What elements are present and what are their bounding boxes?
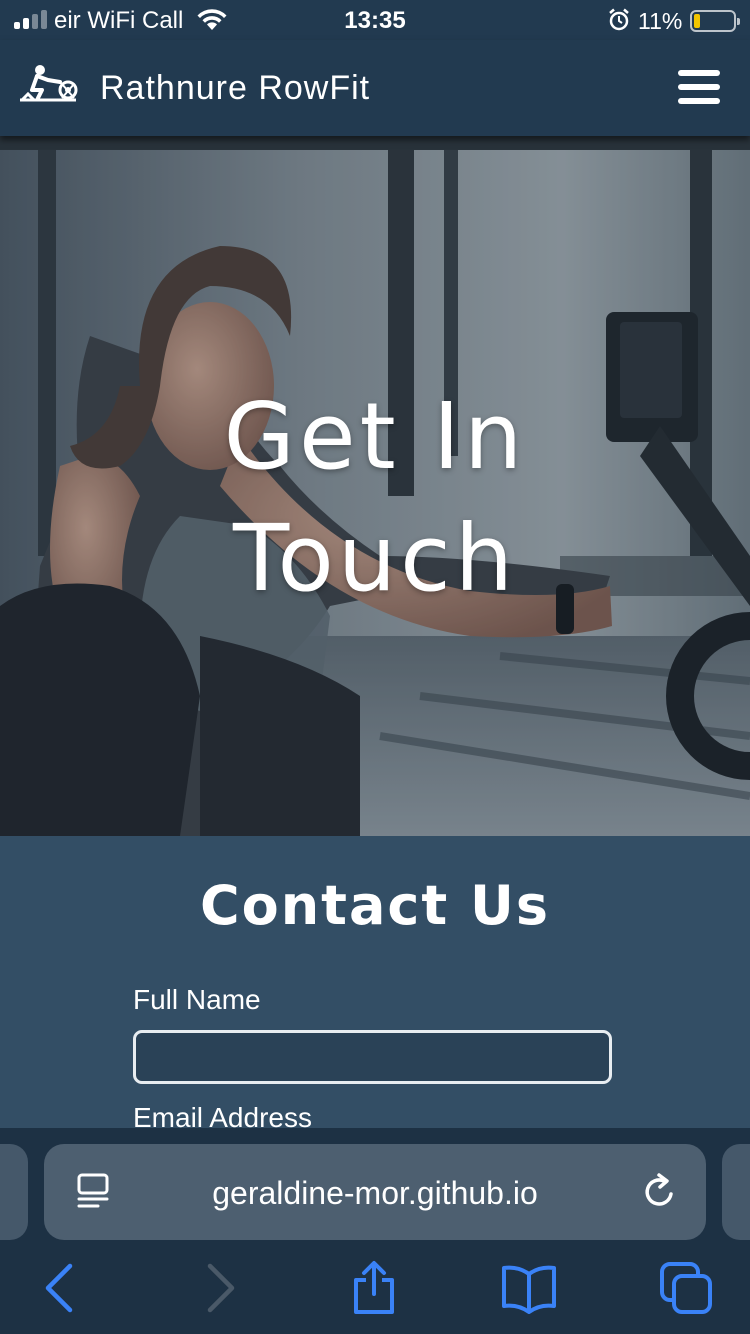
- rowing-machine-icon[interactable]: [18, 64, 80, 106]
- share-icon[interactable]: [350, 1260, 398, 1316]
- contact-heading: Contact Us: [199, 874, 551, 937]
- full-name-label: Full Name: [133, 984, 261, 1015]
- brand-name[interactable]: Rathnure RowFit: [100, 68, 370, 108]
- url-text[interactable]: geraldine-mor.github.io: [44, 1174, 706, 1212]
- next-tab-preview[interactable]: [722, 1144, 750, 1240]
- status-bar: eir WiFi Call 13:35 11%: [0, 0, 750, 40]
- previous-tab-preview[interactable]: [0, 1144, 28, 1240]
- hero-title-line-2: Touch: [232, 505, 518, 612]
- address-bar[interactable]: geraldine-mor.github.io: [44, 1144, 706, 1240]
- reload-icon[interactable]: [640, 1172, 680, 1212]
- hamburger-icon[interactable]: [678, 68, 722, 106]
- site-navbar: Rathnure RowFit: [0, 40, 750, 136]
- battery-percent: 11%: [638, 8, 683, 34]
- forward-icon[interactable]: [200, 1260, 240, 1316]
- hero-title-line-1: Get In: [223, 383, 527, 490]
- tabs-icon[interactable]: [658, 1260, 714, 1316]
- hero-title: Get In Touch: [0, 376, 750, 620]
- browser-toolbar: geraldine-mor.github.io: [0, 1128, 750, 1334]
- back-icon[interactable]: [40, 1260, 80, 1316]
- bookmarks-icon[interactable]: [500, 1260, 558, 1316]
- full-name-input[interactable]: [133, 1030, 612, 1084]
- alarm-icon: [609, 8, 629, 31]
- hero-banner: Get In Touch: [0, 136, 750, 836]
- battery-icon: [690, 10, 740, 32]
- contact-section: Contact Us Full Name Email Address: [0, 836, 750, 1128]
- email-address-label: Email Address: [133, 1102, 312, 1128]
